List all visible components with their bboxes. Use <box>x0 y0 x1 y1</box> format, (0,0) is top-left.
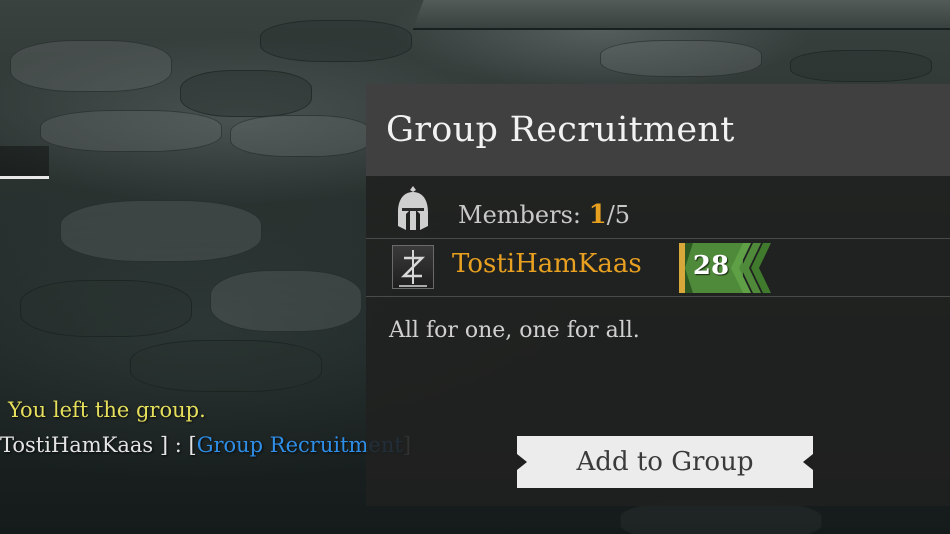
stone-slab <box>412 0 950 30</box>
cobblestone <box>230 115 372 157</box>
members-current: 1 <box>588 200 607 230</box>
member-level: 28 <box>692 251 730 281</box>
cobblestone <box>600 40 762 77</box>
button-notch-right <box>803 454 813 470</box>
class-emblem-icon <box>399 250 427 287</box>
cobblestone <box>20 280 192 337</box>
panel-title: Group Recruitment <box>386 110 735 150</box>
add-to-group-button[interactable]: Add to Group <box>517 436 813 488</box>
cobblestone <box>130 340 322 392</box>
class-icon <box>392 245 434 289</box>
chat-sender[interactable]: TostiHamKaas ] : [ <box>0 433 197 457</box>
members-row: Members: 1/5 <box>366 176 950 239</box>
cobblestone <box>790 50 932 82</box>
cobblestone <box>210 270 362 332</box>
button-notch-left <box>517 454 527 470</box>
game-world-background: You left the group. TostiHamKaas ] : [Gr… <box>0 0 950 534</box>
members-count-text: Members: 1/5 <box>458 200 630 230</box>
cobblestone <box>60 200 262 262</box>
cobblestone <box>260 20 412 62</box>
cobblestone <box>10 40 172 92</box>
helmet-icon <box>398 186 428 230</box>
recruitment-description: All for one, one for all. <box>389 318 640 343</box>
member-list-item[interactable]: TostiHamKaas 28 <box>366 239 950 297</box>
members-max: /5 <box>606 201 631 229</box>
cobblestone <box>180 70 312 117</box>
add-to-group-label: Add to Group <box>576 447 754 477</box>
group-recruitment-panel: Group Recruitment Members: 1/5 TostiHamK… <box>366 84 950 506</box>
hud-frame-line <box>0 176 49 179</box>
member-name: TostiHamKaas <box>452 249 642 279</box>
hud-frame-shadow <box>0 146 49 176</box>
panel-header: Group Recruitment <box>366 84 950 176</box>
cobblestone <box>40 110 222 152</box>
members-label: Members: <box>458 201 589 229</box>
